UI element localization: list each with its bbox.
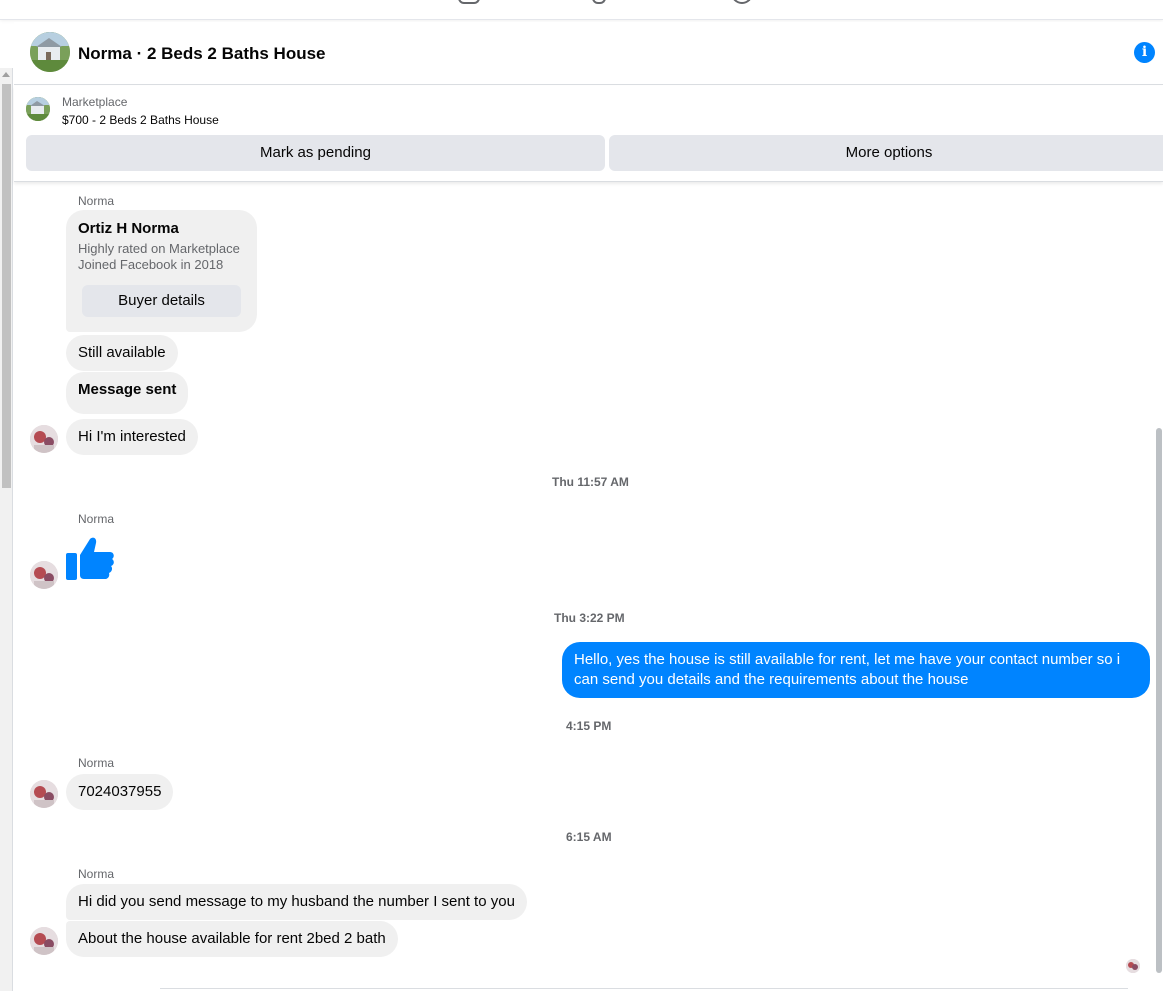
buyer-name: Ortiz H Norma: [78, 220, 179, 237]
mark-as-pending-button[interactable]: Mark as pending: [26, 135, 605, 171]
message-list: Norma Ortiz H Norma Highly rated on Mark…: [14, 183, 1163, 991]
outgoing-message-bubble[interactable]: Hello, yes the house is still available …: [562, 642, 1150, 698]
avatar[interactable]: [30, 780, 58, 808]
timestamp: Thu 11:57 AM: [552, 475, 629, 489]
avatar[interactable]: [30, 561, 58, 589]
listing-avatar[interactable]: [30, 32, 70, 72]
buyer-details-button[interactable]: Buyer details: [82, 285, 241, 317]
listing-title[interactable]: $700 - 2 Beds 2 Baths House: [62, 113, 219, 127]
buyer-joined: Joined Facebook in 2018: [78, 257, 224, 272]
timestamp: Thu 3:22 PM: [554, 611, 625, 625]
buyer-info-card: Ortiz H Norma Highly rated on Marketplac…: [66, 210, 257, 332]
top-toolbar: [0, 0, 1163, 20]
sender-name: Norma: [78, 756, 115, 770]
scrollbar-thumb[interactable]: [1156, 428, 1162, 973]
message-bubble[interactable]: Hi I'm interested: [66, 419, 198, 455]
composer-divider: [160, 988, 1128, 989]
listing-source: Marketplace: [62, 95, 128, 109]
conversation-header: Norma · 2 Beds 2 Baths House i: [14, 22, 1163, 85]
sender-name: Norma: [78, 512, 115, 526]
avatar[interactable]: [30, 927, 58, 955]
thumbs-up-icon[interactable]: [66, 533, 114, 581]
marketplace-icon[interactable]: [458, 0, 480, 4]
left-scrollbar[interactable]: [0, 68, 13, 991]
message-bubble[interactable]: 7024037955: [66, 774, 174, 810]
message-bubble[interactable]: Still available: [66, 335, 178, 371]
listing-bar: Marketplace $700 - 2 Beds 2 Baths House …: [14, 86, 1163, 182]
phone-icon[interactable]: [592, 0, 606, 4]
timestamp: 6:15 AM: [566, 830, 612, 844]
listing-thumbnail[interactable]: [26, 97, 50, 121]
timestamp: 4:15 PM: [566, 719, 612, 733]
seen-indicator-avatar: [1126, 959, 1140, 973]
message-bubble[interactable]: About the house available for rent 2bed …: [66, 921, 398, 957]
messenger-page: Norma · 2 Beds 2 Baths House i Marketpla…: [0, 0, 1163, 991]
sender-name: Norma: [78, 867, 115, 881]
info-icon[interactable]: i: [1134, 42, 1155, 63]
help-icon[interactable]: [731, 0, 753, 4]
message-bubble[interactable]: Message sent: [66, 372, 189, 414]
conversation-title: Norma · 2 Beds 2 Baths House: [78, 44, 326, 63]
buyer-rating: Highly rated on Marketplace: [78, 241, 240, 256]
avatar[interactable]: [30, 425, 58, 453]
sender-name: Norma: [78, 194, 115, 208]
right-scrollbar[interactable]: [1155, 183, 1163, 991]
message-bubble[interactable]: Hi did you send message to my husband th…: [66, 884, 527, 920]
more-options-button[interactable]: More options: [609, 135, 1163, 171]
scroll-up-arrow-icon[interactable]: [2, 72, 10, 77]
scrollbar-thumb[interactable]: [2, 84, 11, 488]
